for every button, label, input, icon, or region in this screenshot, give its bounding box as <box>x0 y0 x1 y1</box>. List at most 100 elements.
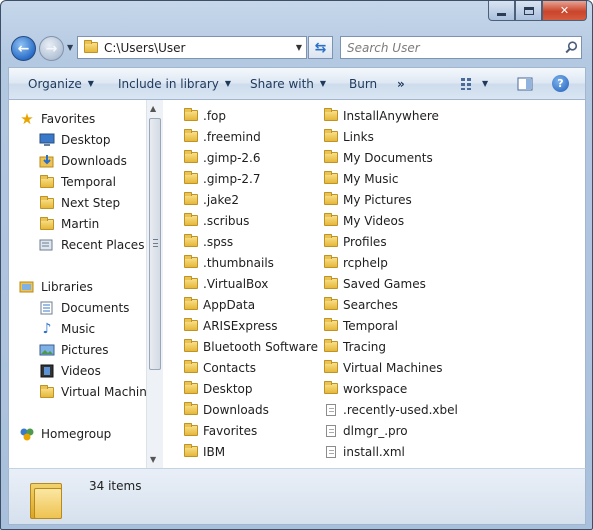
folder-icon <box>184 255 198 268</box>
nav-item-pictures[interactable]: Pictures <box>39 340 109 360</box>
minimize-button[interactable] <box>488 1 515 21</box>
list-item[interactable]: .scribus <box>183 210 249 231</box>
folder-icon <box>324 297 338 310</box>
scroll-down-icon[interactable]: ▼ <box>150 455 156 464</box>
list-item[interactable]: install.xml <box>323 441 405 462</box>
list-item[interactable]: My Documents <box>323 147 433 168</box>
nav-libraries[interactable]: Libraries <box>19 277 93 297</box>
list-item[interactable]: dlmgr_.pro <box>323 420 408 441</box>
include-in-library-menu[interactable]: Include in library ▼ <box>118 68 231 99</box>
list-item[interactable]: Profiles <box>323 231 387 252</box>
preview-pane-icon <box>517 77 533 90</box>
more-commands-button[interactable]: » <box>397 68 405 99</box>
list-item[interactable]: .jake2 <box>183 189 239 210</box>
list-item[interactable]: .freemind <box>183 126 261 147</box>
folder-icon <box>184 297 198 310</box>
chevron-down-icon: ▼ <box>224 79 232 88</box>
preview-pane-button[interactable] <box>517 68 533 99</box>
list-item[interactable]: My Videos <box>323 210 404 231</box>
folder-icon <box>184 318 198 331</box>
maximize-button[interactable] <box>515 1 542 21</box>
list-item[interactable]: .recently-used.xbel <box>323 399 458 420</box>
scroll-up-icon[interactable]: ▲ <box>150 104 156 113</box>
folder-icon <box>324 108 338 121</box>
back-button[interactable]: ← <box>11 36 36 61</box>
list-item[interactable]: workspace <box>323 378 407 399</box>
list-item[interactable]: Temporal <box>323 315 398 336</box>
list-item[interactable]: Links <box>323 126 374 147</box>
list-item[interactable]: ARISExpress <box>183 315 278 336</box>
grip-icon <box>153 239 158 247</box>
list-item-name: Downloads <box>203 402 269 417</box>
nav-item-label: Pictures <box>61 343 109 357</box>
folder-icon <box>184 276 198 289</box>
list-item[interactable]: Bluetooth Software <box>183 336 318 357</box>
folder-icon <box>324 318 338 331</box>
list-item[interactable]: Downloads <box>183 399 269 420</box>
list-item[interactable]: Saved Games <box>323 273 426 294</box>
explorer-window: ✕ ← → ▼ C:\Users\User ▼ ⇆ Organize ▼ Incl… <box>0 0 593 530</box>
list-item[interactable]: Contacts <box>183 357 256 378</box>
list-item[interactable]: Desktop <box>183 378 253 399</box>
list-item[interactable]: Searches <box>323 294 398 315</box>
list-item[interactable]: AppData <box>183 294 255 315</box>
search-input[interactable] <box>341 39 561 56</box>
nav-homegroup[interactable]: Homegroup <box>19 424 111 444</box>
nav-item-downloads[interactable]: Downloads <box>39 151 127 171</box>
list-item[interactable]: .gimp-2.7 <box>183 168 261 189</box>
list-item[interactable]: Tracing <box>323 336 386 357</box>
folder-icon <box>324 171 338 184</box>
list-item[interactable]: .thumbnails <box>183 252 274 273</box>
list-item-name: Saved Games <box>343 276 426 291</box>
list-item[interactable]: .fop <box>183 105 226 126</box>
list-item-name: ARISExpress <box>203 318 278 333</box>
nav-item-temporal[interactable]: Temporal <box>39 172 116 192</box>
search-box[interactable] <box>340 36 582 59</box>
file-list: .fop .freemind .gimp-2.6 .gimp-2.7 .jake2 .sc… <box>165 100 585 468</box>
list-item-name: My Music <box>343 171 399 186</box>
list-item[interactable]: .gimp-2.6 <box>183 147 261 168</box>
list-item[interactable]: rcphelp <box>323 252 388 273</box>
nav-item-virtual-machines[interactable]: Virtual Machines <box>39 382 146 402</box>
nav-item-recent-places[interactable]: Recent Places <box>39 235 144 255</box>
homegroup-icon <box>20 428 34 441</box>
list-item-name: Tracing <box>343 339 387 354</box>
list-item-name: dlmgr_.pro <box>343 423 408 438</box>
organize-menu[interactable]: Organize ▼ <box>28 68 94 99</box>
nav-favorites[interactable]: ★ Favorites <box>19 109 95 129</box>
search-icon[interactable] <box>561 41 581 54</box>
list-item[interactable]: Favorites <box>183 420 257 441</box>
nav-item-documents[interactable]: Documents <box>39 298 129 318</box>
nav-item-next-step[interactable]: Next Step <box>39 193 120 213</box>
recent-pages-dropdown[interactable]: ▼ <box>67 43 73 52</box>
close-button[interactable]: ✕ <box>542 1 587 21</box>
scrollbar-thumb[interactable] <box>149 118 161 370</box>
folder-icon <box>184 444 198 457</box>
nav-item-label: Virtual Machines <box>61 385 146 399</box>
nav-libraries-label: Libraries <box>41 280 93 294</box>
list-item-name: .jake2 <box>203 192 240 207</box>
change-view-button[interactable]: ▼ <box>460 68 488 99</box>
address-dropdown-icon[interactable]: ▼ <box>292 43 306 52</box>
forward-button[interactable]: → <box>39 36 64 61</box>
refresh-button[interactable]: ⇆ <box>308 36 333 59</box>
nav-item-videos[interactable]: Videos <box>39 361 101 381</box>
list-item-name: Virtual Machines <box>343 360 443 375</box>
navigation-pane-scrollbar[interactable]: ▲ ▼ <box>146 100 163 468</box>
list-item[interactable]: .VirtualBox <box>183 273 268 294</box>
list-item[interactable]: InstallAnywhere <box>323 105 439 126</box>
address-bar[interactable]: C:\Users\User ▼ <box>77 36 307 59</box>
list-item[interactable]: My Pictures <box>323 189 412 210</box>
help-button[interactable]: ? <box>552 68 569 99</box>
address-path[interactable]: C:\Users\User <box>104 41 292 55</box>
share-with-menu[interactable]: Share with ▼ <box>250 68 326 99</box>
nav-item-music[interactable]: ♪ Music <box>39 319 96 339</box>
list-item-name: My Pictures <box>343 192 412 207</box>
list-item[interactable]: .spss <box>183 231 233 252</box>
burn-button[interactable]: Burn <box>349 68 377 99</box>
list-item[interactable]: My Music <box>323 168 398 189</box>
nav-item-desktop[interactable]: Desktop <box>39 130 111 150</box>
nav-item-martin[interactable]: Martin <box>39 214 99 234</box>
list-item[interactable]: Virtual Machines <box>323 357 443 378</box>
list-item[interactable]: IBM <box>183 441 225 462</box>
